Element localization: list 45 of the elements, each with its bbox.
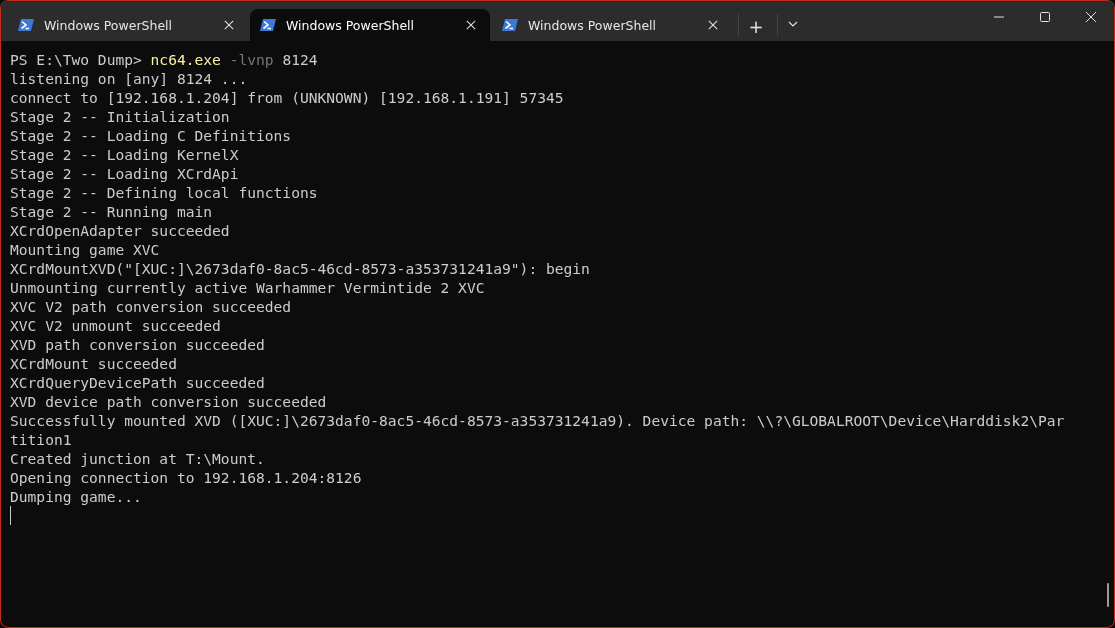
output-line: XVC V2 path conversion succeeded	[10, 298, 292, 315]
close-icon[interactable]	[466, 20, 476, 30]
powershell-icon	[18, 18, 34, 32]
close-icon[interactable]	[708, 20, 718, 30]
output-line: connect to [192.168.1.204] from (UNKNOWN) [192.168.1.191] 57345	[10, 89, 564, 106]
output-line: XCrdMountXVD("[XUC:]\2673daf0-8ac5-46cd-8573-a353731241a9"): begin	[10, 260, 590, 277]
terminal-tab[interactable]: Windows PowerShell	[8, 9, 248, 41]
terminal-tab[interactable]: Windows PowerShell	[492, 9, 732, 41]
flag-text: -lvnp	[229, 51, 274, 68]
output-line: Stage 2 -- Running main	[10, 203, 213, 220]
prompt-text: PS E:\Two Dump>	[10, 51, 142, 68]
text-cursor	[10, 506, 11, 525]
output-line: Successfully mounted XVD ([XUC:]\2673daf0-8ac5-46cd-8573-a353731241a9). Device path: \\?\GLOBALROOT\Device\Harddisk2\Par	[10, 412, 1065, 429]
argument-text: 8124	[282, 51, 318, 68]
output-line: Stage 2 -- Loading XCrdApi	[10, 165, 239, 182]
powershell-icon	[502, 18, 518, 32]
output-line: XCrdMount succeeded	[10, 355, 177, 372]
tab-title: Windows PowerShell	[44, 17, 174, 33]
output-line: Stage 2 -- Defining local functions	[10, 184, 318, 201]
tab-title: Windows PowerShell	[286, 17, 416, 33]
output-line: Stage 2 -- Loading KernelX	[10, 146, 239, 163]
command-text: nc64.exe	[150, 51, 221, 68]
output-line: Stage 2 -- Loading C Definitions	[10, 127, 292, 144]
output-line: Opening connection to 192.168.1.204:8126	[10, 469, 362, 486]
output-line: XCrdQueryDevicePath succeeded	[10, 374, 265, 391]
output-line: Dumping game...	[10, 488, 142, 505]
output-line: XVD path conversion succeeded	[10, 336, 265, 353]
output-line: Unmounting currently active Warhammer Vermintide 2 XVC	[10, 279, 485, 296]
output-line: Mounting game XVC	[10, 241, 160, 258]
chevron-down-icon[interactable]	[788, 21, 798, 27]
output-line: Stage 2 -- Initialization	[10, 108, 230, 125]
close-icon[interactable]	[224, 20, 234, 30]
new-tab-button[interactable]: +	[742, 11, 770, 41]
tab-title: Windows PowerShell	[528, 17, 658, 33]
output-line: XVD device path conversion succeeded	[10, 393, 327, 410]
output-line: Created junction at T:\Mount.	[10, 450, 265, 467]
scrollbar-thumb[interactable]	[1107, 583, 1109, 607]
close-icon[interactable]	[1085, 11, 1097, 23]
output-line: XVC V2 unmount succeeded	[10, 317, 221, 334]
output-line: tition1	[10, 431, 72, 448]
terminal-tab[interactable]: Windows PowerShell	[250, 9, 490, 41]
output-line: listening on [any] 8124 ...	[10, 70, 248, 87]
powershell-icon	[260, 18, 276, 32]
maximize-icon[interactable]	[1039, 11, 1051, 23]
output-line: XCrdOpenAdapter succeeded	[10, 222, 230, 239]
